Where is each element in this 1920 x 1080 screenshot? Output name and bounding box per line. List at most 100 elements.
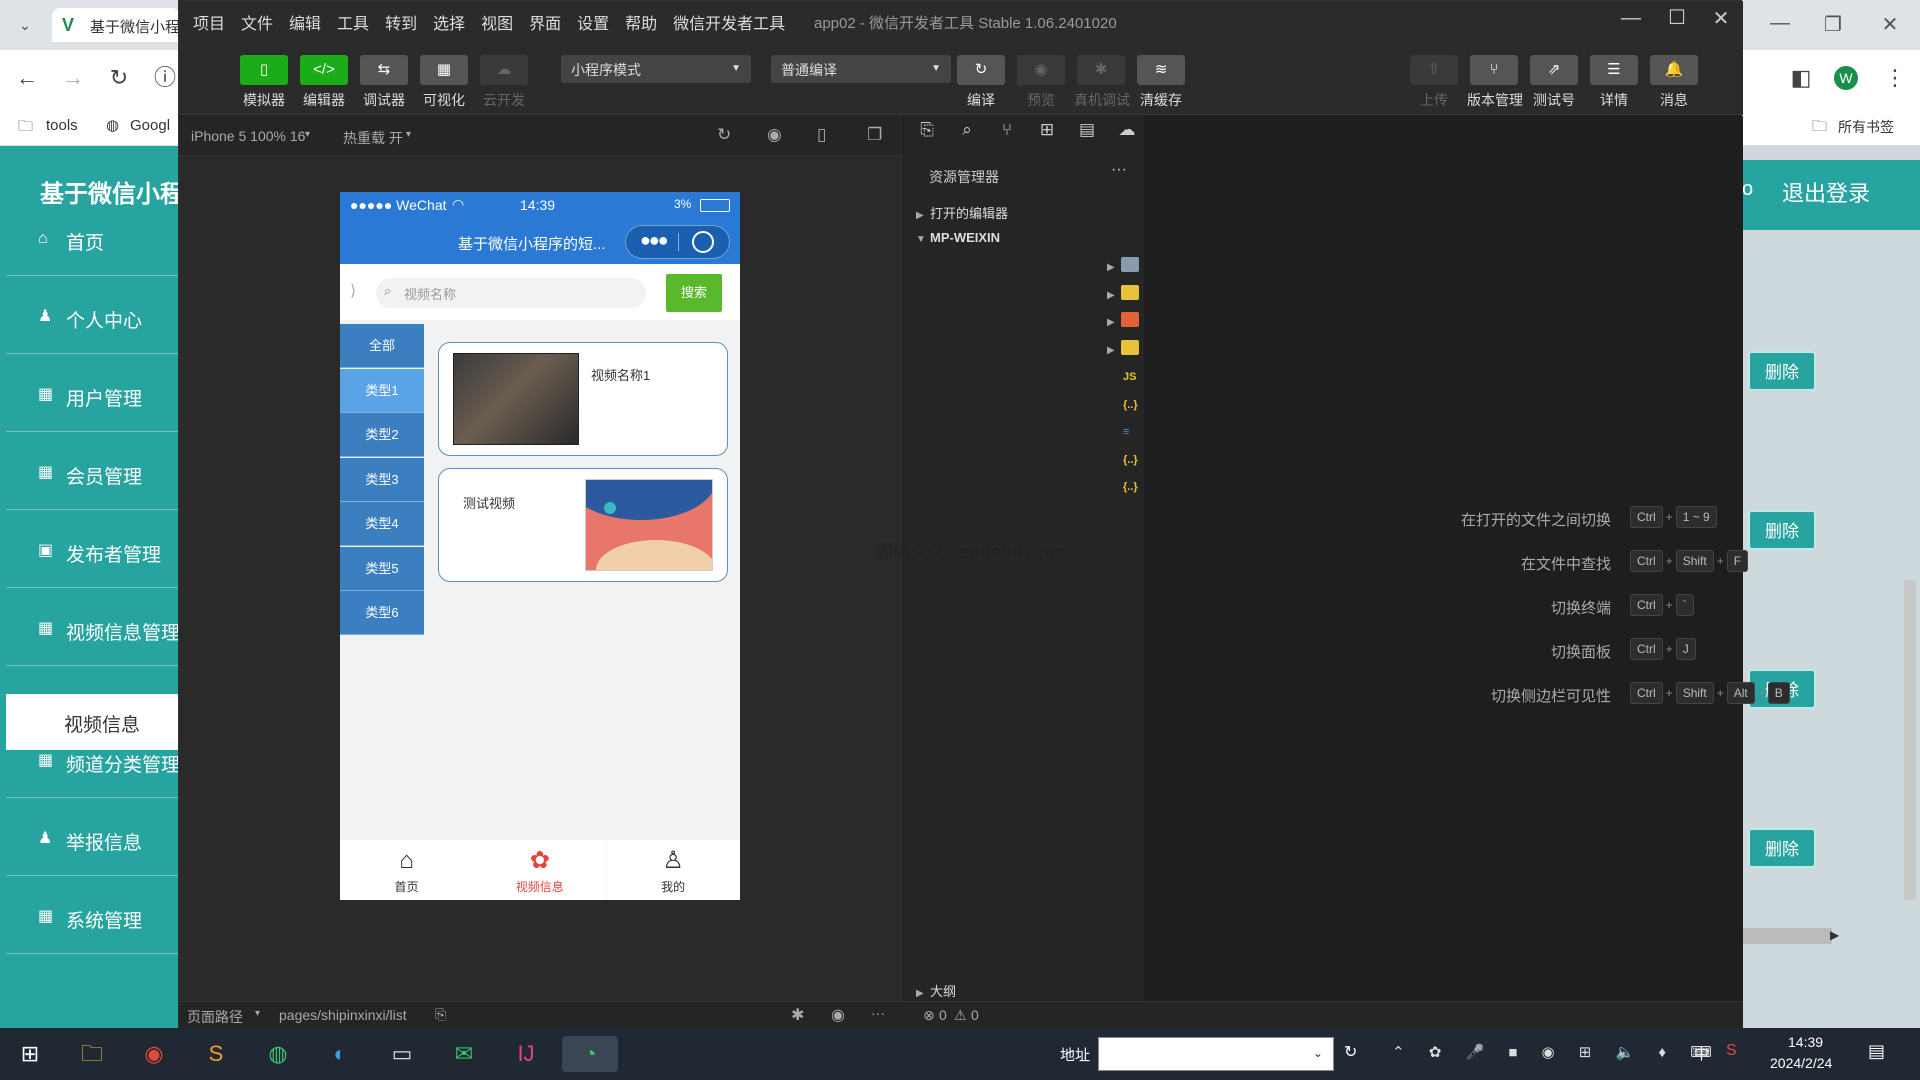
sogou-icon[interactable]: S <box>1726 1042 1737 1060</box>
phone-tab[interactable]: ♙ 我的 <box>606 840 740 900</box>
category-tab[interactable]: 类型2 <box>340 413 424 457</box>
device-select[interactable]: iPhone 5 100% 16 <box>191 128 305 144</box>
open-editors-section[interactable]: ▶ 打开的编辑器 <box>916 203 1008 222</box>
expand-icon[interactable]: ⟩ <box>350 281 356 301</box>
minimize-button[interactable]: — <box>1611 7 1651 30</box>
sidebar-item[interactable]: ⌂ 首页 <box>6 202 178 276</box>
browser-tab[interactable]: V 基于微信小程 <box>52 8 180 42</box>
sidebar-item[interactable]: ▦ 会员管理 <box>6 436 178 510</box>
category-tab[interactable]: 类型3 <box>340 457 424 502</box>
search-icon[interactable]: ⌕ <box>947 120 987 140</box>
logout-button[interactable]: 退出登录 <box>1782 176 1870 208</box>
menu-item[interactable]: 工具 <box>337 10 369 34</box>
back-icon[interactable]: ← <box>12 63 42 93</box>
horizontal-scrollbar[interactable] <box>1742 928 1832 944</box>
toolbar-button[interactable]: ✱ 真机调试 <box>1074 55 1130 110</box>
site-info-icon[interactable]: ⓘ <box>150 63 180 93</box>
sidebar-item[interactable]: ♟ 个人中心 <box>6 280 178 354</box>
vertical-scrollbar[interactable] <box>1904 580 1916 900</box>
layout-icon[interactable]: ▤ <box>1067 120 1107 140</box>
cloud-icon[interactable]: ☁ <box>1107 120 1147 140</box>
menu-item[interactable]: 设置 <box>577 10 609 34</box>
bookmark-google[interactable]: Googl <box>130 117 170 134</box>
eye-icon[interactable]: ◉ <box>831 1005 845 1025</box>
menu-item[interactable]: 文件 <box>241 10 273 34</box>
more-icon[interactable]: ··· <box>871 1005 885 1021</box>
toolbar-button[interactable]: ▯ 模拟器 <box>237 55 291 110</box>
scroll-right-icon[interactable]: ▶ <box>1830 928 1839 942</box>
browser-maximize-button[interactable]: ❐ <box>1813 12 1853 37</box>
hot-reload-toggle[interactable]: 热重载 开 <box>343 128 403 148</box>
notification-icon[interactable]: ▤ <box>1868 1041 1885 1062</box>
browser-minimize-button[interactable]: — <box>1760 12 1800 35</box>
chevron-down-icon[interactable]: ⌄ <box>1313 1046 1323 1060</box>
mode-select[interactable]: 小程序模式 ▼ <box>561 55 751 83</box>
toolbar-button[interactable]: ◉ 预览 <box>1014 55 1068 110</box>
menu-item[interactable]: 微信开发者工具 <box>673 10 785 34</box>
sidebar-subitem-video-info[interactable]: 视频信息 <box>6 694 178 750</box>
refresh-icon[interactable]: ↻ <box>717 125 731 145</box>
address-input[interactable]: ⌄ <box>1098 1037 1334 1071</box>
category-tab[interactable]: 类型4 <box>340 502 424 546</box>
menu-item[interactable]: 帮助 <box>625 10 657 34</box>
phone-tab[interactable]: ✿ 视频信息 <box>473 840 607 900</box>
toolbar-button[interactable]: ▦ 可视化 <box>417 55 471 110</box>
all-bookmarks[interactable]: 所有书签 <box>1838 117 1894 137</box>
sublime-icon[interactable]: S <box>196 1036 236 1072</box>
intellij-icon[interactable]: IJ <box>506 1036 546 1072</box>
menu-item[interactable]: 编辑 <box>289 10 321 34</box>
category-tab[interactable]: 类型6 <box>340 591 424 635</box>
toolbar-button[interactable]: ⑂ 版本管理 <box>1467 55 1523 110</box>
video-search-input[interactable]: ⌕ 视频名称 <box>376 278 646 308</box>
reload-icon[interactable]: ↻ <box>104 63 134 93</box>
browser-menu-icon[interactable]: ⋮ <box>1880 63 1910 93</box>
toolbar-button[interactable]: ☰ 详情 <box>1587 55 1641 110</box>
menu-item[interactable]: 界面 <box>529 10 561 34</box>
sidebar-item[interactable]: ▦ 用户管理 <box>6 358 178 432</box>
stop-icon[interactable]: ◉ <box>767 125 782 145</box>
toolbar-button[interactable]: ⇗ 测试号 <box>1527 55 1581 110</box>
copy-icon[interactable]: ⎘ <box>435 1006 446 1023</box>
category-tab[interactable]: 类型5 <box>340 546 424 591</box>
video-card[interactable]: 测试视频 <box>438 468 728 582</box>
terminal-icon[interactable]: ▭ <box>382 1036 422 1072</box>
forward-icon[interactable]: → <box>58 63 88 93</box>
browser-close-button[interactable]: ✕ <box>1870 12 1910 37</box>
compile-select[interactable]: 普通编译 ▼ <box>771 55 951 83</box>
profile-avatar[interactable]: W <box>1834 66 1858 90</box>
maximize-button[interactable]: ☐ <box>1657 5 1697 30</box>
popout-icon[interactable]: ❐ <box>867 125 882 145</box>
delete-button[interactable]: 删除 <box>1748 828 1816 868</box>
phone-tab[interactable]: ⌂ 首页 <box>340 840 473 900</box>
start-icon[interactable]: ⊞ <box>10 1036 50 1072</box>
toolbar-button[interactable]: ⇆ 调试器 <box>357 55 411 110</box>
side-panel-icon[interactable]: ◧ <box>1786 63 1816 93</box>
files-icon[interactable]: ⎘ <box>907 120 947 140</box>
category-tab[interactable]: 全部 <box>340 324 424 368</box>
video-card[interactable]: 视频名称1 <box>438 342 728 456</box>
toolbar-button[interactable]: ☁ 云开发 <box>477 55 531 110</box>
page-path-label[interactable]: 页面路径 <box>187 1007 243 1027</box>
toolbar-button[interactable]: ≋ 清缓存 <box>1134 55 1188 110</box>
close-button[interactable]: ✕ <box>1701 6 1741 31</box>
explorer-more-icon[interactable]: ··· <box>1111 161 1127 179</box>
browser-icon[interactable]: ◍ <box>258 1036 298 1072</box>
chrome-icon[interactable]: ◉ <box>134 1036 174 1072</box>
more-dots-icon[interactable]: ●●● <box>640 230 669 251</box>
wechat-devtools-icon[interactable]: ◔ <box>562 1036 618 1072</box>
sidebar-item[interactable]: ▦ 系统管理 <box>6 880 178 954</box>
menu-item[interactable]: 项目 <box>193 10 225 34</box>
delete-button[interactable]: 删除 <box>1748 510 1816 550</box>
sidebar-item[interactable]: ▣ 发布者管理 <box>6 514 178 588</box>
wechat-icon[interactable]: ✉ <box>444 1036 484 1072</box>
toolbar-button[interactable]: ⇧ 上传 <box>1407 55 1461 110</box>
file-explorer-icon[interactable]: 🗀 <box>72 1036 112 1072</box>
toolbar-button[interactable]: 🔔 消息 <box>1647 55 1701 110</box>
menu-item[interactable]: 选择 <box>433 10 465 34</box>
delete-button[interactable]: 删除 <box>1748 351 1816 391</box>
search-button[interactable]: 搜索 <box>666 274 722 312</box>
menu-item[interactable]: 转到 <box>385 10 417 34</box>
sidebar-item[interactable]: ▦ 视频信息管理 <box>6 592 180 666</box>
git-icon[interactable]: ⑂ <box>987 120 1027 140</box>
category-tab[interactable]: 类型1 <box>340 368 424 413</box>
